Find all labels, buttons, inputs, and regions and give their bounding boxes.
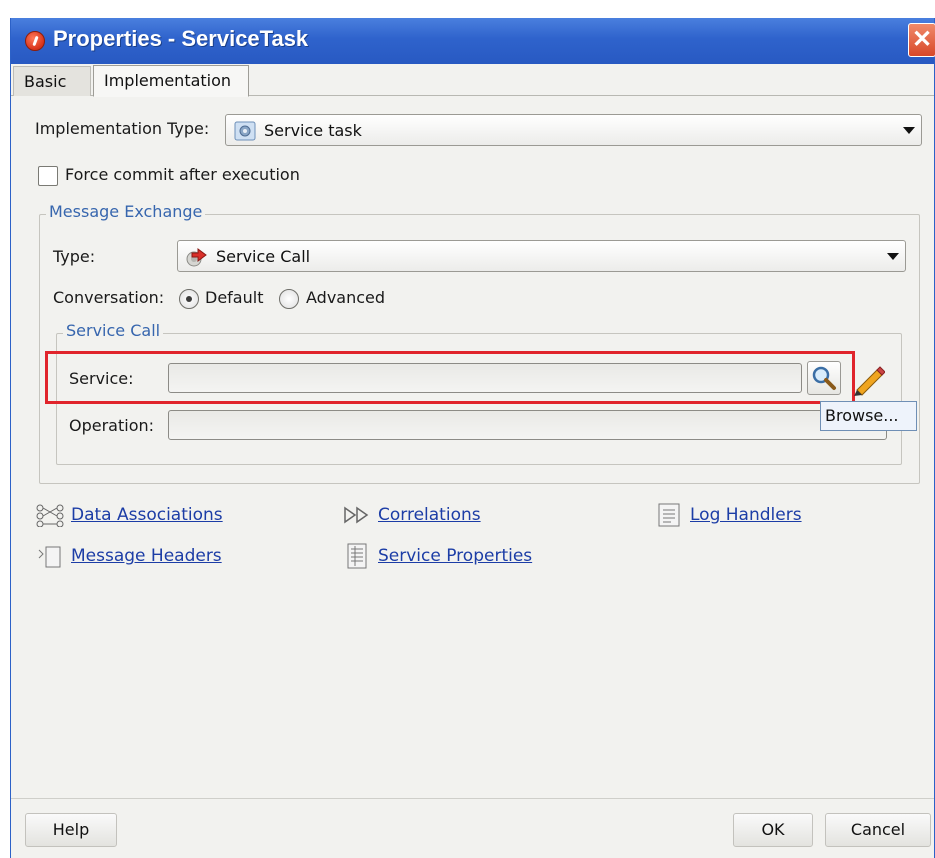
force-commit-label: Force commit after execution xyxy=(65,165,300,184)
data-associations-link[interactable]: Data Associations xyxy=(71,505,223,525)
correlations-link[interactable]: Correlations xyxy=(378,505,481,525)
properties-dialog: Properties - ServiceTask ✕ Basic Impleme… xyxy=(10,18,935,858)
search-icon xyxy=(812,366,836,390)
message-type-value: Service Call xyxy=(216,247,311,266)
tab-basic[interactable]: Basic xyxy=(13,66,91,96)
service-call-icon xyxy=(186,248,207,267)
service-field[interactable] xyxy=(168,363,802,393)
cancel-button[interactable]: Cancel xyxy=(825,813,931,847)
conversation-advanced-label: Advanced xyxy=(306,288,386,307)
conversation-label: Conversation: xyxy=(53,288,165,307)
message-headers-link[interactable]: Message Headers xyxy=(71,546,222,566)
service-properties-icon xyxy=(347,543,367,569)
log-handlers-link[interactable]: Log Handlers xyxy=(690,505,802,525)
operation-label: Operation: xyxy=(69,416,155,435)
message-type-select[interactable]: Service Call xyxy=(177,240,906,272)
gear-icon xyxy=(234,121,256,141)
implementation-type-value: Service task xyxy=(264,121,362,140)
help-button[interactable]: Help xyxy=(25,813,117,847)
title-bar[interactable]: Properties - ServiceTask ✕ xyxy=(11,18,935,64)
data-associations-icon xyxy=(36,504,64,527)
oracle-app-icon xyxy=(25,31,45,51)
conversation-default-label: Default xyxy=(205,288,264,307)
service-properties-link[interactable]: Service Properties xyxy=(378,546,532,566)
tab-implementation[interactable]: Implementation xyxy=(93,65,249,97)
type-label: Type: xyxy=(53,247,96,266)
log-handlers-icon xyxy=(658,503,680,527)
footer-divider xyxy=(11,798,934,799)
chevron-down-icon xyxy=(887,253,899,260)
window-title: Properties - ServiceTask xyxy=(53,26,309,51)
chevron-down-icon xyxy=(903,127,915,134)
operation-field[interactable] xyxy=(168,410,887,440)
conversation-advanced-radio[interactable] xyxy=(279,289,299,309)
implementation-type-select[interactable]: Service task xyxy=(225,114,922,146)
browse-button[interactable] xyxy=(807,361,841,395)
service-label: Service: xyxy=(69,369,134,388)
message-exchange-title: Message Exchange xyxy=(46,202,206,221)
browse-tooltip: Browse... xyxy=(820,401,917,431)
conversation-default-radio[interactable] xyxy=(179,289,199,309)
implementation-type-label: Implementation Type: xyxy=(35,119,210,138)
service-call-title: Service Call xyxy=(63,321,164,340)
correlations-icon xyxy=(344,506,369,524)
message-headers-icon xyxy=(38,546,61,568)
pencil-icon[interactable] xyxy=(849,362,885,396)
ok-button[interactable]: OK xyxy=(733,813,813,847)
close-button[interactable]: ✕ xyxy=(908,23,935,57)
tab-bar: Basic Implementation xyxy=(11,64,934,97)
force-commit-checkbox[interactable] xyxy=(38,166,58,186)
